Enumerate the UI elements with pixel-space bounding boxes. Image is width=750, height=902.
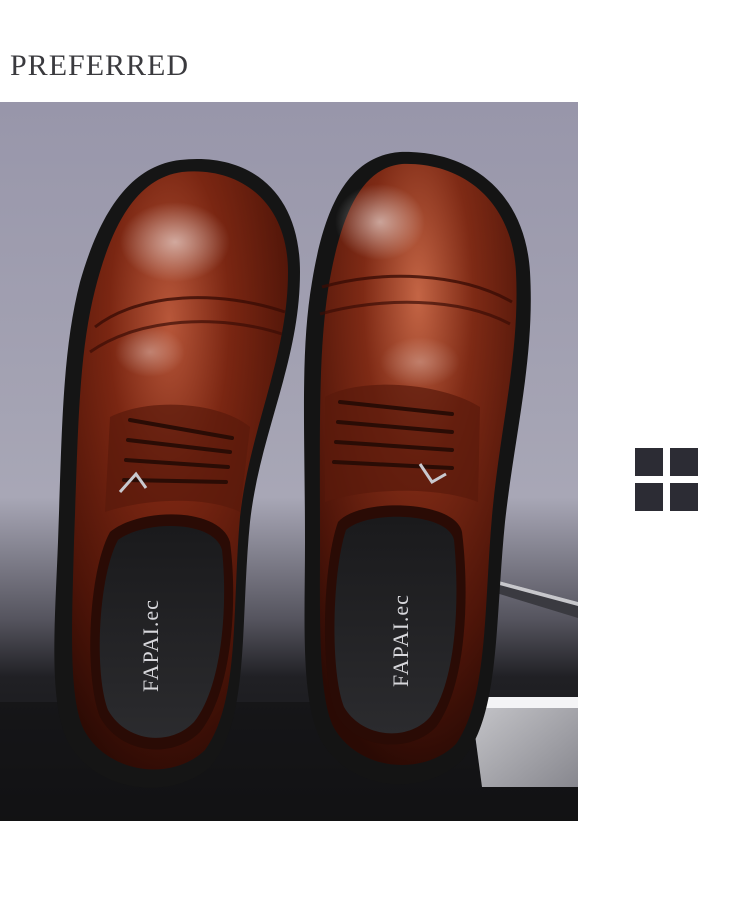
grid-icon-cell: [635, 483, 663, 511]
grid-icon-cell: [670, 448, 698, 476]
grid-icon[interactable]: [635, 448, 698, 511]
section-title: PREFERRED: [10, 49, 190, 82]
product-photo: FAPAI.ec FAPAI.ec: [0, 102, 578, 821]
insole-brand-right: FAPAI.ec: [388, 594, 413, 687]
grid-icon-cell: [635, 448, 663, 476]
insole-brand-left: FAPAI.ec: [138, 599, 163, 692]
grid-icon-cell: [670, 483, 698, 511]
